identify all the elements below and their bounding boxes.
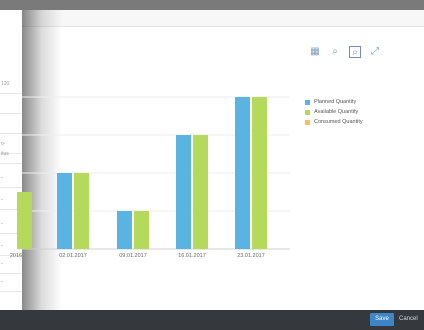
bar-planned-quantity[interactable] bbox=[235, 97, 250, 249]
legend-label: Consumed Quantity bbox=[314, 119, 363, 125]
table-icon[interactable]: ▦ bbox=[309, 46, 321, 58]
fullscreen-icon[interactable]: ⤢ bbox=[369, 46, 381, 58]
x-tick-label: 16.01.2017 bbox=[178, 253, 206, 259]
x-tick-label: 2016 bbox=[10, 253, 22, 259]
x-tick-label: 23.01.2017 bbox=[237, 253, 265, 259]
bar-available-quantity[interactable] bbox=[193, 135, 208, 249]
bar-available-quantity[interactable] bbox=[17, 192, 32, 249]
legend-item[interactable]: Planned Quantity bbox=[305, 97, 363, 107]
bar-planned-quantity[interactable] bbox=[57, 173, 72, 249]
footer-bar bbox=[0, 310, 424, 330]
cancel-button[interactable]: Cancel bbox=[399, 313, 418, 326]
chart-toolbar: ▦ ⌕ ⌕ ⤢ bbox=[309, 46, 381, 58]
save-button[interactable]: Save bbox=[370, 313, 394, 326]
legend-swatch bbox=[305, 109, 310, 115]
chart-legend: Planned Quantity Available Quantity Consum… bbox=[305, 97, 363, 127]
x-tick-label: 02.01.2017 bbox=[59, 253, 87, 259]
bar-available-quantity[interactable] bbox=[134, 211, 149, 249]
legend-item[interactable]: Available Quantity bbox=[305, 107, 363, 117]
legend-swatch bbox=[305, 119, 310, 125]
bar-planned-quantity[interactable] bbox=[117, 211, 132, 249]
zoom-out-icon[interactable]: ⌕ bbox=[349, 46, 361, 58]
bar-planned-quantity[interactable] bbox=[176, 135, 191, 249]
bar-available-quantity[interactable] bbox=[252, 97, 267, 249]
legend-label: Available Quantity bbox=[314, 109, 359, 115]
bar-available-quantity[interactable] bbox=[74, 173, 89, 249]
zoom-in-icon[interactable]: ⌕ bbox=[329, 46, 341, 58]
legend-item[interactable]: Consumed Quantity bbox=[305, 117, 363, 127]
x-tick-label: 09.01.2017 bbox=[119, 253, 147, 259]
legend-label: Planned Quantity bbox=[314, 99, 357, 105]
legend-swatch bbox=[305, 99, 310, 105]
